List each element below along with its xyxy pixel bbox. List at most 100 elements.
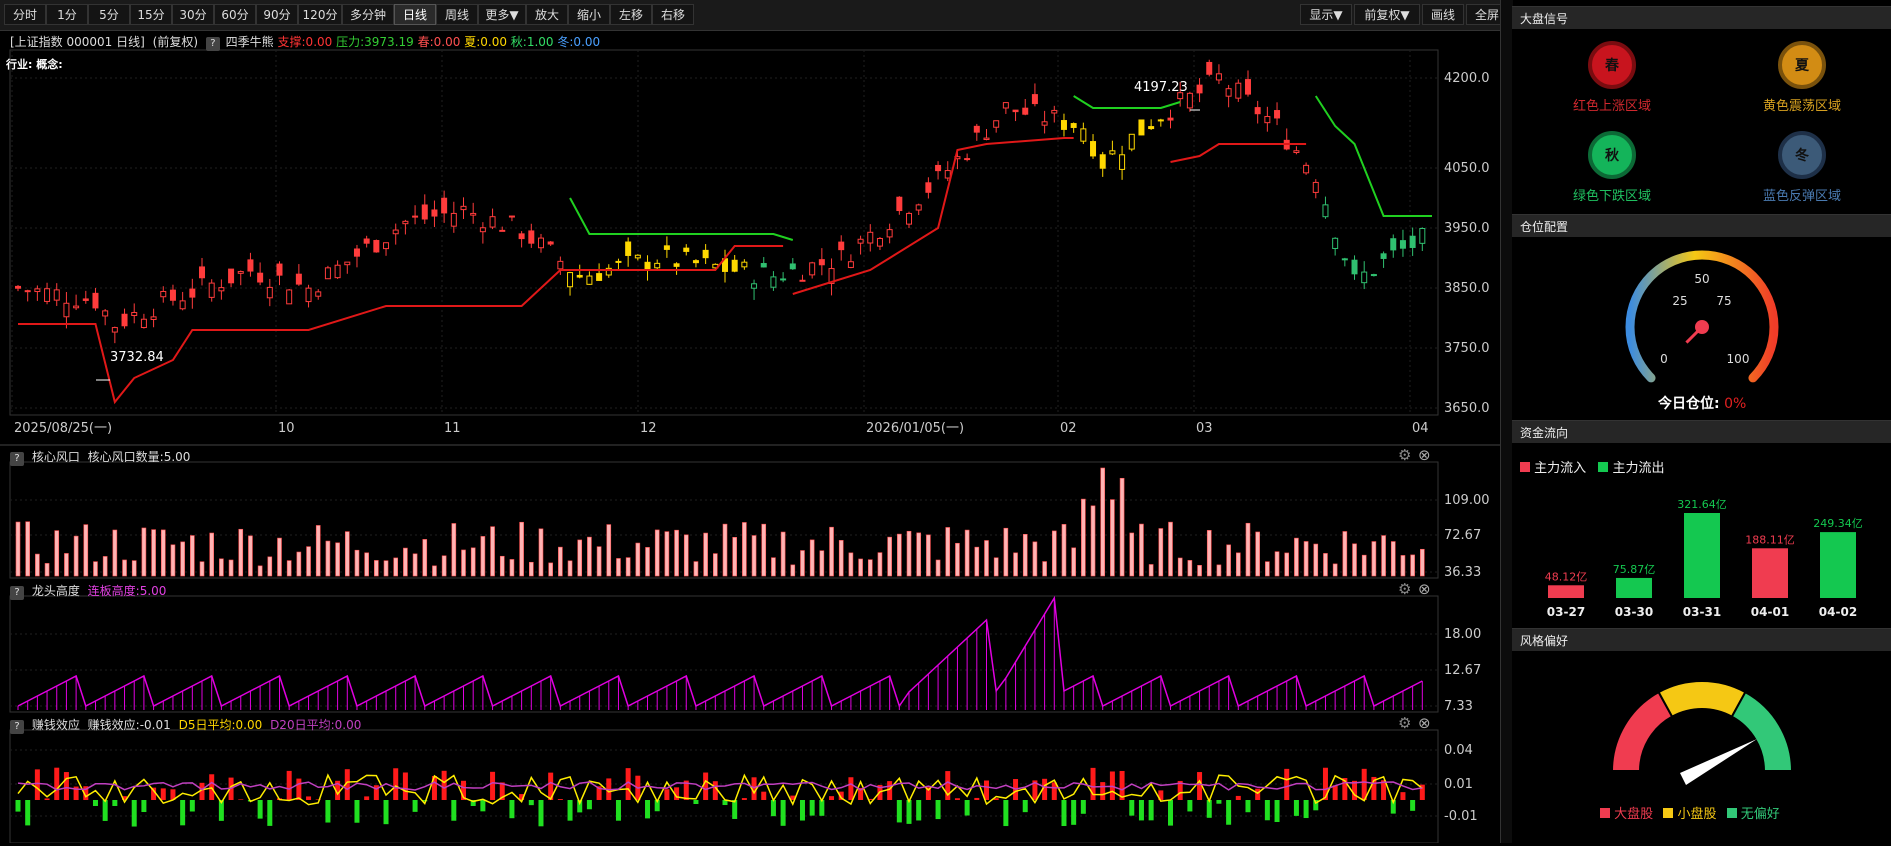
candle-body [140,318,147,329]
period-button-9[interactable]: 日线 [394,4,436,25]
style-segment [1657,680,1747,719]
candle-body [102,310,109,317]
gauge-hub [1695,320,1709,334]
effect-bar [1187,800,1193,812]
period-button-12[interactable]: 放大 [526,4,568,25]
wind-bar [1061,524,1067,577]
wind-bar [64,553,69,577]
toolbar-right-button-0[interactable]: 显示▼ [1300,4,1352,25]
flow-date-label: 04-01 [1751,605,1789,619]
effect-bar [92,800,98,807]
wind-bar [683,534,689,577]
effect-bar [1352,780,1358,800]
candle-body [1186,92,1193,109]
candle-body [179,300,186,310]
candle-body [983,137,990,140]
sub3-settings-icon[interactable]: ⚙ [1398,714,1411,732]
period-button-7[interactable]: 120分 [298,4,342,25]
position-panel-title: 仓位配置 [1520,220,1569,234]
sub1-settings-icon[interactable]: ⚙ [1398,446,1411,464]
toolbar-right-button-1[interactable]: 前复权▼ [1354,4,1420,25]
effect-bar [451,800,457,821]
candle-body [1332,237,1339,249]
help-icon[interactable]: ? [10,586,24,600]
style-segment [1610,690,1674,772]
period-button-1[interactable]: 1分 [46,4,88,25]
wind-bar [1168,521,1173,577]
flow-bar [1548,585,1584,598]
period-button-4[interactable]: 30分 [172,4,214,25]
sub2-close-icon[interactable]: ⊗ [1418,580,1431,598]
sub1-close-icon[interactable]: ⊗ [1418,446,1431,464]
candle-body [993,120,1000,128]
candle-body [344,261,351,266]
y-tick-label: 4200.0 [1444,71,1490,86]
candle-body [92,292,99,309]
period-button-11[interactable]: 更多▼ [478,4,526,25]
period-button-15[interactable]: 右移 [652,4,694,25]
wind-bar [1032,541,1038,577]
effect-bar [645,800,651,819]
summer-label: 黄色震荡区域 [1762,99,1841,114]
y-tick-label: 36.33 [1444,565,1481,580]
pressure-line [1314,95,1432,217]
wind-bar [722,523,728,577]
period-button-5[interactable]: 60分 [214,4,256,25]
effect-bar [490,771,496,800]
wind-bar [645,547,650,577]
flow-date-label: 04-02 [1819,605,1857,619]
toolbar-right-button-2[interactable]: 画线 [1422,4,1464,25]
sub3-header: ? 赚钱效应 赚钱效应:-0.01 D5日平均:0.00 D20日平均:0.00 [10,716,361,734]
period-button-6[interactable]: 90分 [256,4,298,25]
effect-bar [906,800,912,824]
period-button-0[interactable]: 分时 [4,4,46,25]
candle-body [1225,88,1232,97]
wind-bar [790,564,796,577]
candle-body [567,272,574,288]
period-button-8[interactable]: 多分钟 [342,4,394,25]
effect-bar [954,798,960,800]
candle-body [654,262,661,269]
period-button-2[interactable]: 5分 [88,4,130,25]
help-icon[interactable]: ? [10,720,24,734]
period-button-13[interactable]: 缩小 [568,4,610,25]
wind-bar [838,540,844,577]
wind-bar [635,542,641,577]
candle-body [586,275,593,285]
sub3-close-icon[interactable]: ⊗ [1418,714,1431,732]
help-icon[interactable]: ? [10,452,24,466]
candle-body [1002,102,1009,109]
flow-date-label: 03-31 [1683,605,1721,619]
pressure-line [1073,95,1181,109]
candle-body [15,285,21,289]
flow-panel: 主力流入 主力流出 48.12亿 03-27 75.87亿 03-30 321.64亿 0… [1512,443,1891,628]
wind-bar [180,541,185,577]
wind-bar [974,546,980,577]
support-line [18,245,784,405]
autumn-icon: 秋 [1588,131,1636,179]
sub2-settings-icon[interactable]: ⚙ [1398,580,1411,598]
candle-body [876,237,883,247]
period-button-10[interactable]: 周线 [436,4,478,25]
candle-body [169,289,176,301]
style-large-label: 大盘股 [1614,807,1654,822]
period-button-14[interactable]: 左移 [610,4,652,25]
candle-body [334,264,341,279]
effect-bar [935,800,941,820]
help-icon[interactable]: ? [205,37,220,51]
pressure-value: 压力:3973.19 [336,35,414,49]
wind-bar [1206,530,1212,577]
period-button-3[interactable]: 15分 [130,4,172,25]
wind-bar [219,558,224,577]
candle-body [1351,259,1358,275]
candle-body [625,241,632,256]
effect-bar [131,800,137,827]
wind-bar [160,529,166,577]
signal-panel-header: 大盘信号 [1512,6,1891,29]
wind-bar [1177,557,1183,577]
candle-body [1322,204,1329,218]
candle-body [131,312,138,316]
signal-panel-title: 大盘信号 [1520,12,1569,26]
wind-bar [819,550,825,577]
effect-bar [983,780,989,800]
